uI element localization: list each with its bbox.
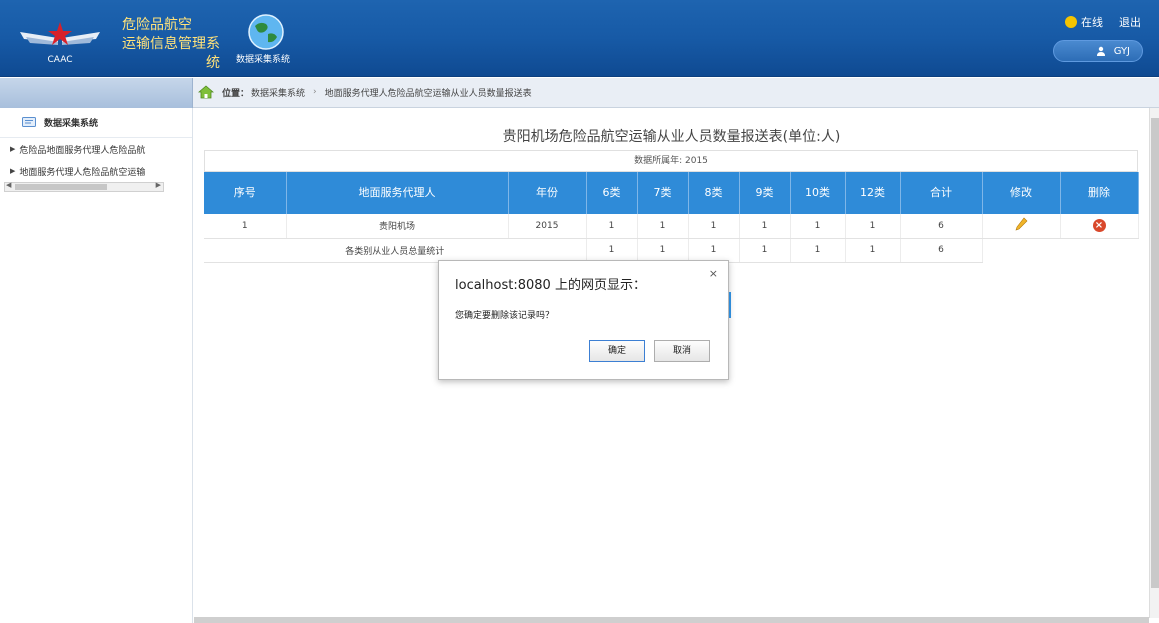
- delete-cell: ×: [1060, 214, 1139, 239]
- summary-label: 各类别从业人员总量统计: [204, 238, 587, 263]
- cell-class8: 1: [688, 214, 740, 239]
- edit-cell: [982, 214, 1061, 239]
- summary-class8: 1: [688, 238, 740, 263]
- cell-total: 6: [900, 214, 983, 239]
- cell-class9: 1: [739, 214, 791, 239]
- cell-class6: 1: [586, 214, 638, 239]
- user-icon: [1096, 46, 1105, 56]
- sidebar: 数据采集系统 ▶ 危险品地面服务代理人危险品航 ▶ 地面服务代理人危险品航空运输…: [0, 108, 193, 623]
- breadcrumb-level1[interactable]: 数据采集系统: [251, 86, 305, 99]
- cancel-button[interactable]: 取消: [654, 340, 710, 362]
- cell-year: 2015: [508, 214, 587, 239]
- sidebar-item-label: 地面服务代理人危险品航空运输: [19, 167, 146, 178]
- column-header: 序号: [204, 172, 287, 214]
- column-header: 修改: [982, 172, 1061, 214]
- column-header: 6类: [586, 172, 638, 214]
- vertical-scrollbar[interactable]: [1149, 108, 1159, 618]
- user-badge[interactable]: GYJ: [1053, 40, 1143, 62]
- breadcrumb-prefix: 位置：: [222, 88, 250, 99]
- column-header: 8类: [688, 172, 740, 214]
- summary-blank: [1060, 238, 1138, 262]
- triangle-right-icon: ▶: [10, 167, 16, 175]
- horizontal-scrollbar[interactable]: [194, 617, 1149, 623]
- summary-class6: 1: [586, 238, 638, 263]
- column-header: 12类: [845, 172, 901, 214]
- logout-link[interactable]: 退出: [1119, 14, 1141, 30]
- scrollbar-thumb[interactable]: [15, 184, 107, 190]
- triangle-right-icon: ▶: [10, 145, 16, 153]
- sidebar-title[interactable]: 数据采集系统: [0, 108, 192, 138]
- summary-class9: 1: [739, 238, 791, 263]
- cell-agent: 贵阳机场: [286, 214, 509, 239]
- background-button-edge: [729, 292, 731, 318]
- page-title: 贵阳机场危险品航空运输从业人员数量报送表(单位:人): [502, 129, 841, 145]
- summary-total: 6: [900, 238, 983, 263]
- summary-class10: 1: [790, 238, 846, 263]
- app-name: 危险品航空 运输信息管理系统: [122, 17, 220, 71]
- sidebar-item-dangerous-goods-agent[interactable]: ▶ 危险品地面服务代理人危险品航: [0, 138, 192, 160]
- breadcrumb-separator: ›: [313, 87, 317, 97]
- breadcrumb-level2: 地面服务代理人危险品航空运输从业人员数量报送表: [324, 88, 532, 99]
- app-header: CAAC 危险品航空 运输信息管理系统 数据采集系统 在线 退出 GYJ: [0, 0, 1159, 77]
- summary-row: 各类别从业人员总量统计 1 1 1 1 1 1 6: [204, 238, 1138, 263]
- table-row: 1 贵阳机场 2015 1 1 1 1 1 1 6 ×: [204, 214, 1139, 239]
- scrollbar-thumb[interactable]: [1151, 118, 1159, 588]
- sidebar-horizontal-scrollbar[interactable]: ◀ ▶: [4, 181, 164, 192]
- confirm-dialog: localhost:8080 上的网页显示： × 您确定要删除该记录吗？ 确定 …: [438, 260, 729, 380]
- column-header: 9类: [739, 172, 791, 214]
- scroll-left-icon[interactable]: ◀: [6, 181, 11, 189]
- sidebar-header-strip: [0, 78, 193, 108]
- online-status[interactable]: 在线: [1081, 14, 1103, 30]
- close-icon[interactable]: ×: [709, 267, 718, 280]
- summary-class12: 1: [845, 238, 901, 263]
- column-header: 10类: [790, 172, 846, 214]
- cell-class7: 1: [637, 214, 689, 239]
- table-header-row: 序号 地面服务代理人 年份 6类 7类 8类 9类 10类 12类 合计 修改 …: [204, 172, 1139, 214]
- smile-icon: [1065, 16, 1077, 28]
- sidebar-item-label: 危险品地面服务代理人危险品航: [19, 145, 146, 156]
- pencil-icon[interactable]: [1014, 217, 1028, 231]
- globe-icon[interactable]: [246, 12, 286, 52]
- column-header: 删除: [1060, 172, 1139, 214]
- user-links: 在线 退出: [1065, 14, 1141, 30]
- column-header: 合计: [900, 172, 983, 214]
- username: GYJ: [1113, 45, 1130, 57]
- column-header: 7类: [637, 172, 689, 214]
- ok-button[interactable]: 确定: [589, 340, 645, 362]
- column-header: 年份: [508, 172, 587, 214]
- svg-text:CAAC: CAAC: [48, 55, 73, 65]
- summary-blank: [982, 238, 1060, 262]
- delete-icon[interactable]: ×: [1092, 219, 1106, 233]
- sidebar-item-agent-staff-report[interactable]: ▶ 地面服务代理人危险品航空运输: [0, 160, 192, 182]
- monitor-icon: [22, 116, 36, 127]
- summary-class7: 1: [637, 238, 689, 263]
- module-label[interactable]: 数据采集系统: [236, 52, 290, 65]
- home-icon[interactable]: [198, 85, 214, 99]
- caac-logo: CAAC: [20, 22, 100, 65]
- cell-class10: 1: [790, 214, 846, 239]
- data-year: 数据所属年: 2015: [204, 150, 1138, 172]
- cell-index: 1: [204, 214, 287, 239]
- scroll-right-icon[interactable]: ▶: [156, 181, 161, 189]
- cell-class12: 1: [845, 214, 901, 239]
- breadcrumb: 位置： 数据采集系统 › 地面服务代理人危险品航空运输从业人员数量报送表: [198, 85, 532, 99]
- dialog-title: localhost:8080 上的网页显示：: [455, 278, 646, 293]
- dialog-message: 您确定要删除该记录吗？: [455, 311, 555, 321]
- report-table: 序号 地面服务代理人 年份 6类 7类 8类 9类 10类 12类 合计 修改 …: [204, 172, 1139, 263]
- column-header: 地面服务代理人: [286, 172, 509, 214]
- breadcrumb-bar: 位置： 数据采集系统 › 地面服务代理人危险品航空运输从业人员数量报送表: [0, 78, 1159, 108]
